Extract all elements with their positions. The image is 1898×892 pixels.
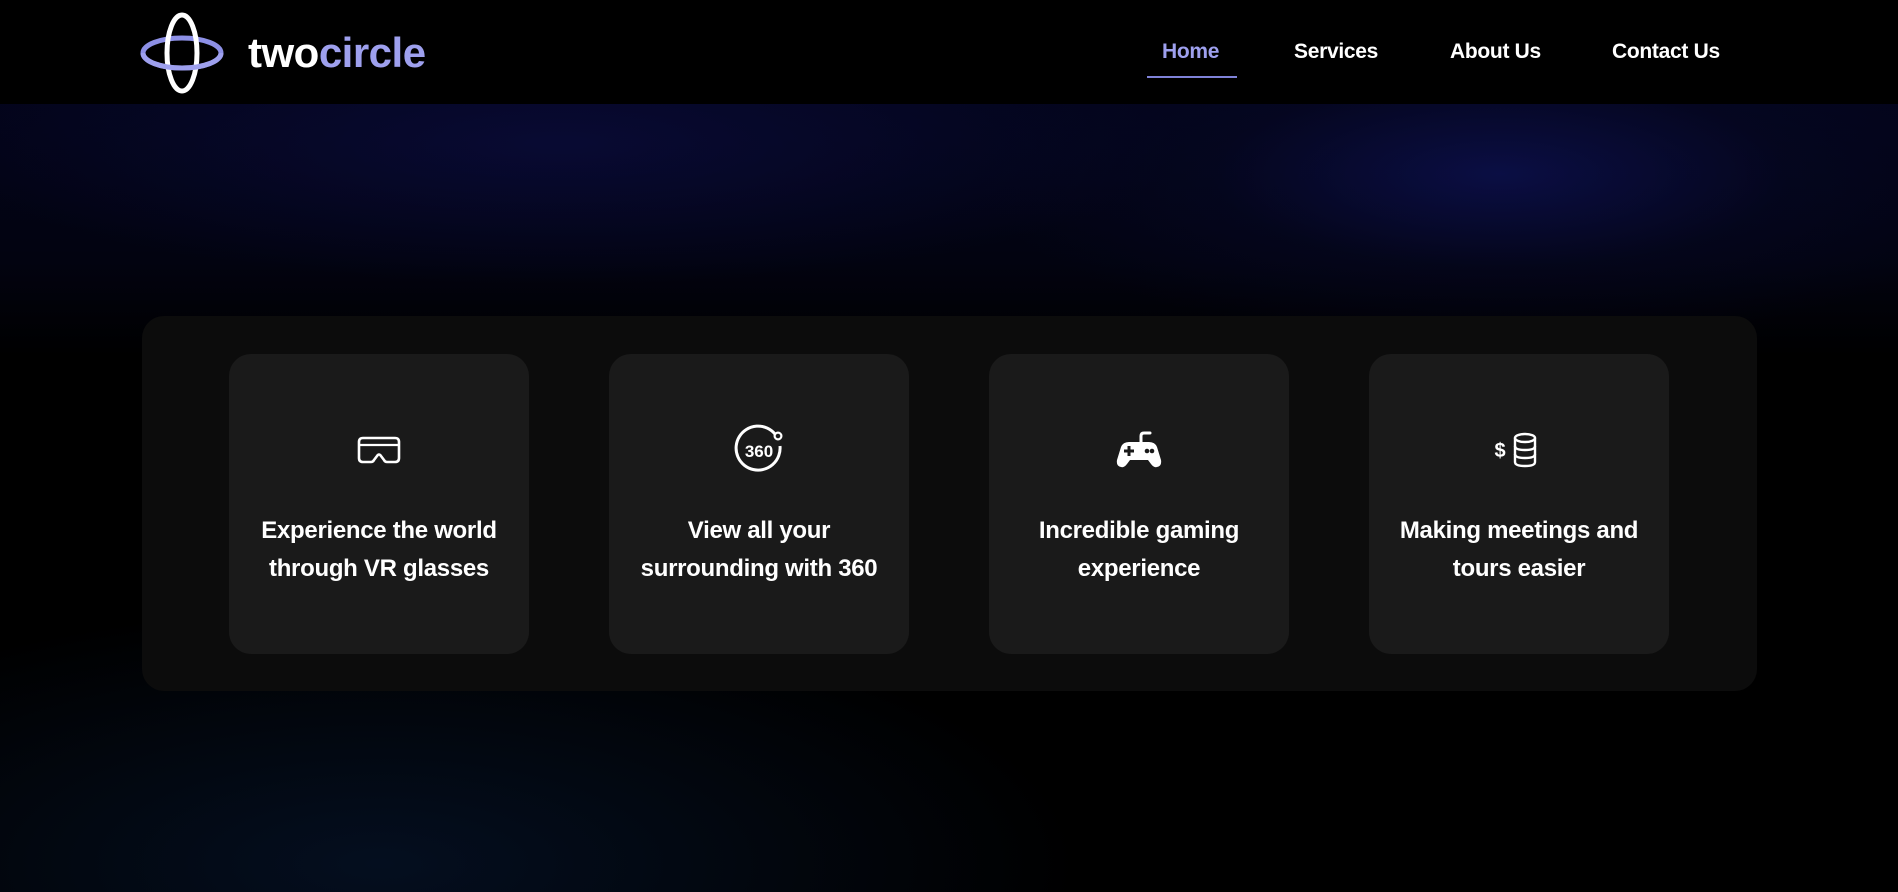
feature-text-line: Incredible gaming <box>1038 517 1240 544</box>
feature-card-360[interactable]: 360 View all your surrounding with 360 <box>609 354 909 654</box>
navbar: twocircle Home Services About Us Contact… <box>0 0 1898 104</box>
feature-card-vr[interactable]: Experience the world through VR glasses <box>229 354 529 654</box>
feature-card-meetings[interactable]: $ Making meetings and tours easier <box>1369 354 1669 654</box>
brand-name-part2: circle <box>318 29 426 76</box>
feature-text-line: through VR glasses <box>269 555 489 582</box>
360-view-icon: 360 <box>734 424 783 472</box>
nav-services[interactable]: Services <box>1294 40 1378 64</box>
logo-icon <box>140 12 224 94</box>
feature-text: View all your surrounding with 360 <box>629 512 889 588</box>
feature-text-line: View all your <box>687 517 831 544</box>
vr-headset-icon <box>357 436 401 464</box>
feature-text-line: experience <box>1077 555 1201 582</box>
nav-home[interactable]: Home <box>1162 40 1219 64</box>
logo[interactable]: twocircle <box>140 12 426 94</box>
gamepad-icon <box>1116 431 1162 468</box>
svg-text:360: 360 <box>745 442 773 461</box>
nav-about-us[interactable]: About Us <box>1450 40 1541 64</box>
active-nav-underline <box>1147 76 1237 78</box>
feature-text: Experience the world through VR glasses <box>249 512 509 588</box>
feature-text-line: Making meetings and <box>1399 517 1639 544</box>
brand-name-part1: two <box>248 29 319 76</box>
feature-text-line: surrounding with 360 <box>640 555 878 582</box>
feature-text: Incredible gaming experience <box>1009 512 1269 588</box>
dollar-coins-icon: $ <box>1494 432 1537 468</box>
feature-text: Making meetings and tours easier <box>1389 512 1649 588</box>
brand-name: twocircle <box>248 32 426 74</box>
feature-text-line: tours easier <box>1452 555 1586 582</box>
feature-card-gaming[interactable]: Incredible gaming experience <box>989 354 1289 654</box>
feature-text-line: Experience the world <box>261 517 497 544</box>
svg-text:$: $ <box>1494 440 1505 462</box>
nav-contact-us[interactable]: Contact Us <box>1612 40 1720 64</box>
